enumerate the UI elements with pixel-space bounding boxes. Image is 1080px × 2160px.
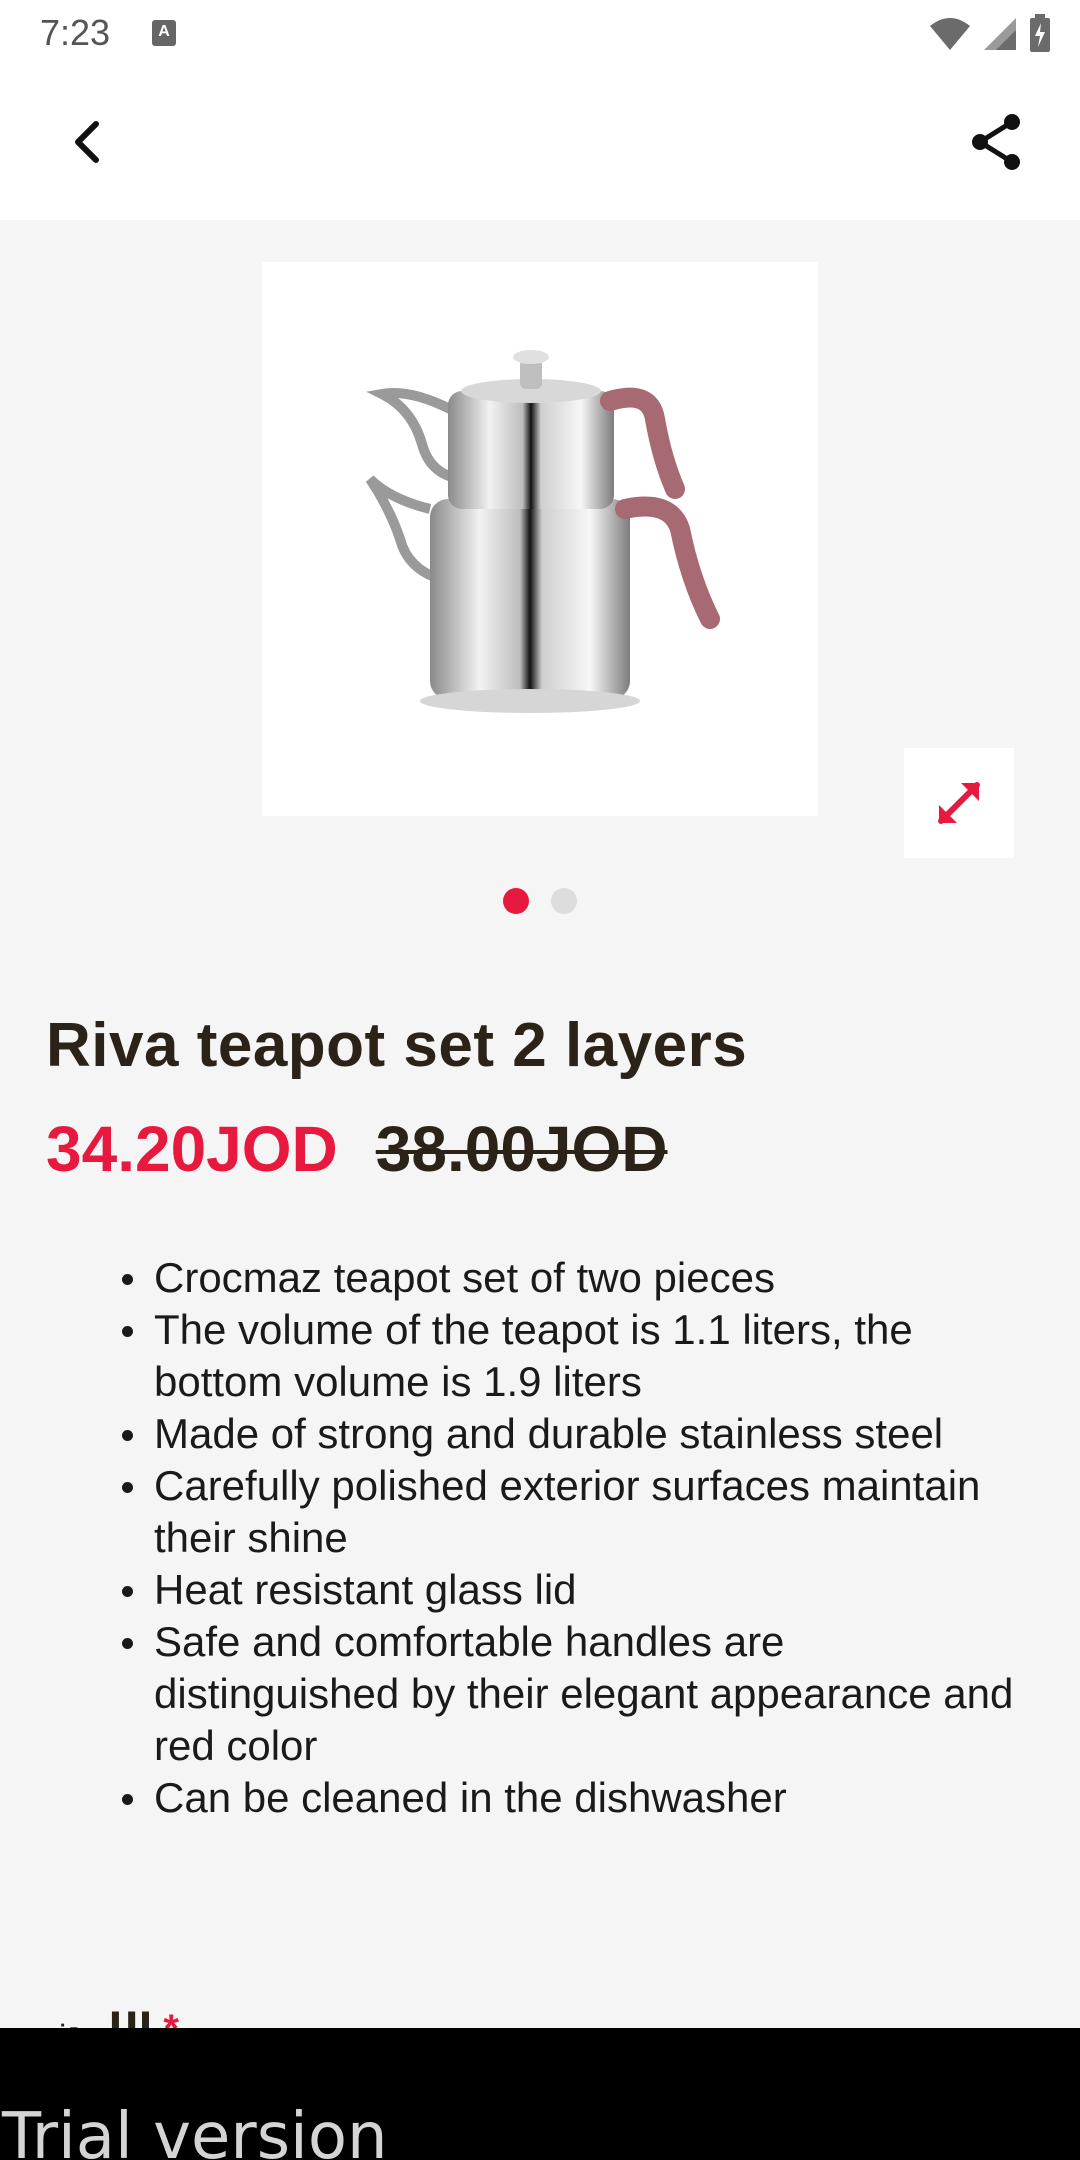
price-row: 34.20JOD 38.00JOD: [46, 1112, 668, 1186]
list-item: Safe and comfortable handles are disting…: [122, 1616, 1034, 1772]
product-title: Riva teapot set 2 layers: [46, 1011, 748, 1080]
signal-icon: [984, 18, 1016, 50]
status-time: 7:23: [40, 12, 111, 53]
product-gallery[interactable]: [0, 220, 1080, 940]
share-button[interactable]: [964, 110, 1028, 174]
teapot-image[interactable]: [262, 262, 818, 816]
feature-list: Crocmaz teapot set of two pieces The vol…: [122, 1252, 1034, 1824]
page-dot-2[interactable]: [551, 888, 577, 914]
trial-text: Trial version: [2, 2100, 388, 2160]
status-icons: [928, 14, 1052, 54]
list-item: Heat resistant glass lid: [122, 1564, 1034, 1616]
teapot-illustration: [365, 350, 720, 713]
expand-arrows-icon: [938, 782, 980, 824]
gallery-page-indicator: [0, 888, 1080, 914]
list-item: Carefully polished exterior surfaces mai…: [122, 1460, 1034, 1564]
battery-charging-icon: [1030, 14, 1050, 52]
expand-image-button[interactable]: [904, 748, 1014, 858]
list-item: Made of strong and durable stainless ste…: [122, 1408, 1034, 1460]
status-bar: 7:23 A: [0, 0, 1080, 66]
a-letter-icon: A: [152, 20, 176, 46]
back-button[interactable]: [58, 112, 118, 172]
page-dot-1[interactable]: [503, 888, 529, 914]
wifi-icon: [930, 18, 970, 50]
trial-banner: Trial version: [0, 2028, 1080, 2160]
price-old: 38.00JOD: [375, 1113, 668, 1185]
list-item: Crocmaz teapot set of two pieces: [122, 1252, 1034, 1304]
price-current: 34.20JOD: [46, 1113, 338, 1185]
list-item: The volume of the teapot is 1.1 liters, …: [122, 1304, 1034, 1408]
app-bar: [0, 66, 1080, 220]
share-icon: [972, 114, 1020, 170]
chevron-left-icon: [75, 121, 99, 163]
list-item: Can be cleaned in the dishwasher: [122, 1772, 1034, 1824]
